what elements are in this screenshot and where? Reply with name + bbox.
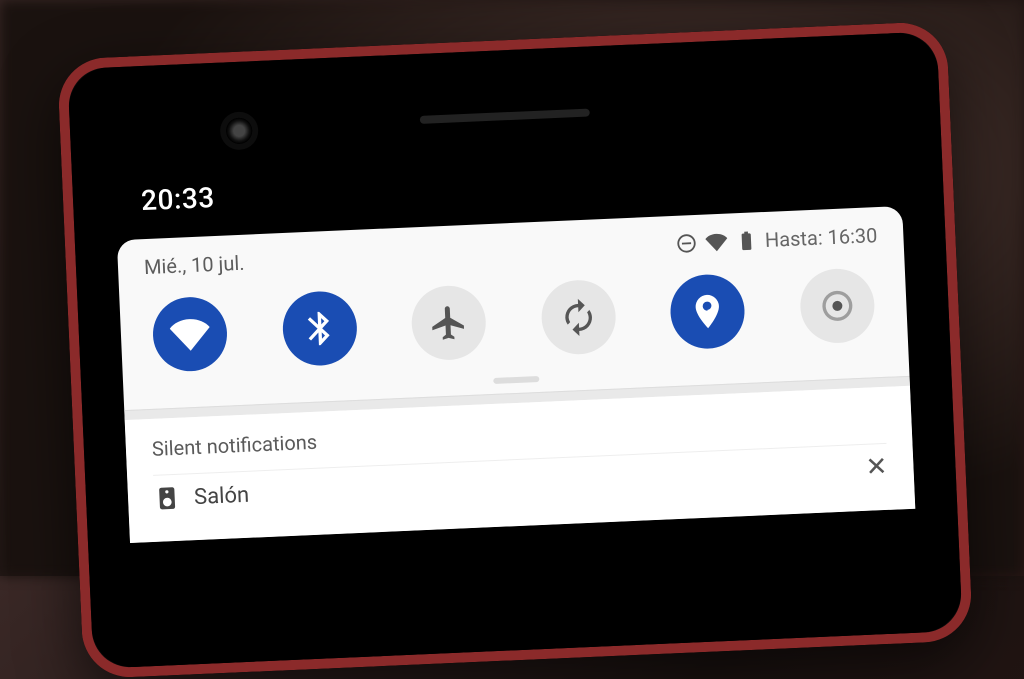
- bluetooth-icon: [299, 308, 341, 350]
- battery-until-label: Hasta: 16:30: [764, 223, 877, 252]
- location-icon: [687, 291, 729, 333]
- earpiece-grill: [420, 109, 590, 124]
- speaker-icon: [154, 485, 181, 512]
- notification-title: Salón: [194, 482, 250, 509]
- phone-screen: 20:33 Mié., 10 jul. Hasta: 16:30: [112, 133, 923, 667]
- phone-bezel: 20:33 Mié., 10 jul. Hasta: 16:30: [67, 31, 962, 668]
- status-bar-right: Hasta: 16:30: [675, 223, 878, 256]
- cast-icon: [816, 285, 858, 327]
- quick-settings-panel: Mié., 10 jul. Hasta: 16:30: [117, 206, 915, 543]
- wifi-icon: [169, 313, 211, 355]
- dnd-icon: [675, 232, 698, 255]
- battery-icon: [734, 229, 757, 252]
- airplane-mode-toggle[interactable]: [410, 284, 487, 361]
- cast-toggle[interactable]: [799, 267, 876, 344]
- dismiss-notification-button[interactable]: ✕: [865, 454, 888, 481]
- front-camera: [226, 117, 253, 144]
- notification-left: Salón: [154, 482, 250, 512]
- airplane-icon: [428, 302, 470, 344]
- bluetooth-toggle[interactable]: [281, 290, 358, 367]
- wifi-toggle[interactable]: [151, 296, 228, 373]
- auto-rotate-toggle[interactable]: [540, 279, 617, 356]
- location-toggle[interactable]: [669, 273, 746, 350]
- phone-frame: 20:33 Mié., 10 jul. Hasta: 16:30: [57, 21, 973, 679]
- wifi-status-icon: [705, 231, 728, 254]
- date-label: Mié., 10 jul.: [144, 251, 245, 279]
- rotate-icon: [558, 296, 600, 338]
- panel-drag-handle[interactable]: [493, 376, 539, 384]
